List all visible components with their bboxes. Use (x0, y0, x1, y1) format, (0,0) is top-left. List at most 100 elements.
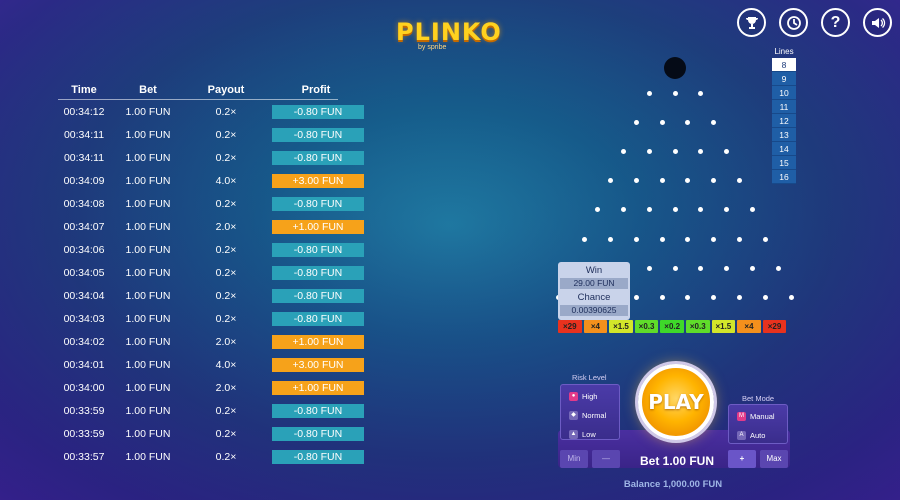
row-payout: 0.2× (215, 243, 237, 256)
peg (737, 236, 742, 242)
row-payout: 0.2× (215, 312, 237, 325)
peg (595, 207, 601, 213)
lines-label: Lines (774, 47, 794, 56)
peg (698, 148, 704, 154)
table-row: 00:34:11 1.00 FUN 0.2× -0.80 FUN (58, 146, 364, 169)
sound-icon[interactable] (863, 8, 892, 37)
peg (737, 294, 742, 300)
row-payout: 0.2× (215, 289, 237, 302)
lines-option-12[interactable]: 12 (772, 114, 796, 128)
profit-badge: +1.00 FUN (272, 219, 364, 234)
mode-option-auto[interactable]: A Auto (729, 426, 787, 445)
row-bet: 1.00 FUN (125, 266, 171, 279)
peg (737, 178, 742, 184)
table-row: 00:34:12 1.00 FUN 0.2× -0.80 FUN (58, 100, 364, 123)
multiplier-slot: ×4 (583, 320, 608, 333)
col-profit: Profit (301, 83, 331, 96)
peg (685, 236, 691, 242)
table-row: 00:34:03 1.00 FUN 0.2× -0.80 FUN (58, 307, 364, 330)
risk-high-label: High (582, 392, 598, 401)
peg (659, 178, 665, 184)
profit-badge: +1.00 FUN (272, 334, 364, 349)
multiplier-slot: ×0.2 (660, 320, 684, 333)
peg (711, 178, 717, 184)
risk-low-label: Low (582, 430, 596, 439)
row-profit-cell: +1.00 FUN (266, 334, 366, 349)
table-body: 00:34:12 1.00 FUN 0.2× -0.80 FUN 00:34:11 1.0… (58, 100, 364, 468)
row-profit-cell: -0.80 FUN (266, 127, 366, 142)
mode-auto-label: Auto (750, 431, 766, 440)
lines-option-11[interactable]: 11 (772, 100, 796, 114)
row-bet: 1.00 FUN (125, 289, 171, 302)
risk-option-normal[interactable]: ◆ Normal (561, 406, 619, 425)
balance-display: Balance 1,000.00 FUN (623, 479, 723, 490)
play-button[interactable]: PLAY (638, 364, 714, 440)
logo-title: PLINKO (396, 18, 502, 46)
row-payout: 0.2× (215, 266, 237, 279)
row-profit-cell: -0.80 FUN (266, 196, 366, 211)
peg (646, 207, 652, 213)
table-row: 00:34:02 1.00 FUN 2.0× +1.00 FUN (58, 330, 364, 353)
mode-option-manual[interactable]: M Manual (729, 407, 787, 426)
max-bet-button[interactable]: Max (760, 450, 788, 468)
lines-option-10[interactable]: 10 (772, 86, 796, 100)
row-profit-cell: -0.80 FUN (266, 288, 366, 303)
row-payout: 4.0× (215, 358, 237, 371)
help-icon[interactable]: ? (821, 8, 850, 37)
risk-normal-label: Normal (582, 411, 607, 420)
lines-option-8[interactable]: 8 (772, 58, 796, 72)
shield-icon: ▲ (569, 430, 578, 439)
risk-option-high[interactable]: ● High (561, 387, 619, 406)
risk-option-low[interactable]: ▲ Low (561, 425, 619, 444)
increase-bet-button[interactable]: + (728, 450, 756, 468)
row-profit-cell: -0.80 FUN (266, 242, 366, 257)
profit-badge: -0.80 FUN (272, 426, 364, 441)
bet-mode-box: M Manual A Auto (728, 404, 788, 444)
profit-badge: -0.80 FUN (272, 150, 364, 165)
lines-option-9[interactable]: 9 (772, 72, 796, 86)
row-payout: 2.0× (215, 381, 237, 394)
lines-option-15[interactable]: 15 (772, 156, 796, 170)
table-row: 00:33:59 1.00 FUN 0.2× -0.80 FUN (58, 422, 364, 445)
row-profit-cell: -0.80 FUN (266, 403, 366, 418)
peg (698, 90, 704, 96)
row-time: 00:33:57 (63, 450, 105, 463)
peg (762, 236, 768, 242)
peg (724, 207, 730, 213)
peg (608, 236, 613, 242)
peg (582, 236, 588, 242)
risk-level-title: Risk Level (572, 373, 607, 382)
row-time: 00:34:06 (63, 243, 105, 256)
peg (672, 90, 678, 96)
peg (633, 294, 639, 300)
peg (633, 119, 639, 125)
multiplier-row: ×29 ×4 ×1.5 ×0.3 ×0.2 ×0.3 ×1.5 ×4 ×29 (558, 320, 787, 333)
table-header: Time Bet Payout Profit (58, 82, 338, 100)
col-payout: Payout (207, 83, 245, 96)
decrease-bet-button[interactable]: — (592, 450, 620, 468)
row-bet: 1.00 FUN (125, 220, 171, 233)
lines-option-16[interactable]: 16 (772, 170, 796, 184)
row-time: 00:34:09 (63, 174, 105, 187)
row-profit-cell: -0.80 FUN (266, 104, 366, 119)
win-value: 29.00 FUN (560, 278, 628, 289)
multiplier-slot: ×29 (558, 320, 582, 333)
row-payout: 0.2× (215, 427, 237, 440)
lines-option-14[interactable]: 14 (772, 142, 796, 156)
profit-badge: -0.80 FUN (272, 288, 364, 303)
row-profit-cell: -0.80 FUN (266, 150, 366, 165)
row-bet: 1.00 FUN (125, 358, 171, 371)
row-payout: 0.2× (215, 404, 237, 417)
trophy-icon[interactable] (737, 8, 766, 37)
bet-history-table: Time Bet Payout Profit 00:34:12 1.00 FUN 0… (58, 82, 364, 468)
history-icon[interactable] (779, 8, 808, 37)
peg (724, 148, 730, 154)
chance-value: 0.00390625 (560, 305, 628, 316)
row-bet: 1.00 FUN (125, 427, 171, 440)
peg (698, 207, 704, 213)
peg (672, 207, 678, 213)
ball-drop-hole (664, 57, 686, 79)
lines-option-13[interactable]: 13 (772, 128, 796, 142)
chance-label: Chance (577, 292, 611, 303)
min-bet-button[interactable]: Min (560, 450, 588, 468)
